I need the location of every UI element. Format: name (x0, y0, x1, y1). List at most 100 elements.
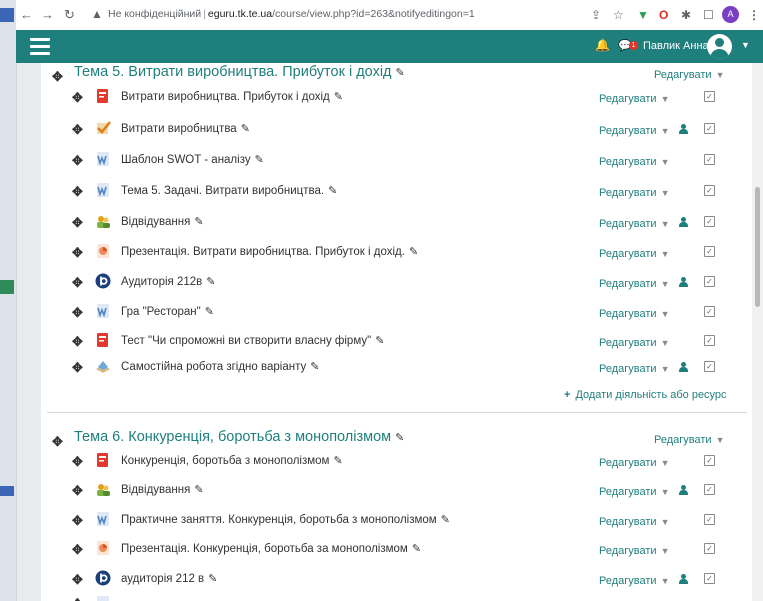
activity-name[interactable]: Презентація. Витрати виробництва. Прибут… (121, 245, 418, 259)
activity-edit-menu[interactable]: Редагувати ▼ (599, 248, 669, 260)
move-icon[interactable]: ✥ (72, 276, 83, 290)
activity-edit-menu[interactable]: Редагувати ▼ (599, 545, 669, 557)
edit-pencil-icon[interactable]: ✎ (310, 361, 319, 373)
share-icon[interactable]: ⇪ (591, 7, 601, 23)
activity-name[interactable]: Аудиторія 212в ✎ (121, 275, 215, 289)
activity-edit-menu[interactable]: Редагувати ▼ (599, 187, 669, 199)
completion-checkbox-icon[interactable]: ✓ (704, 484, 715, 495)
activity-edit-menu[interactable]: Редагувати ▼ (599, 575, 669, 587)
move-icon[interactable]: ✥ (72, 123, 83, 137)
activity-name[interactable]: Тест "Чи спроможні ви створити власну фі… (121, 334, 384, 348)
completion-checkbox-icon[interactable]: ✓ (704, 91, 715, 102)
completion-checkbox-icon[interactable]: ✓ (704, 573, 715, 584)
edit-pencil-icon[interactable]: ✎ (328, 185, 337, 197)
edit-pencil-icon[interactable]: ✎ (334, 91, 343, 103)
completion-checkbox-icon[interactable]: ✓ (704, 216, 715, 227)
reload-button[interactable]: ↻ (64, 7, 75, 23)
move-icon[interactable]: ✥ (72, 573, 83, 587)
completion-checkbox-icon[interactable]: ✓ (704, 306, 715, 317)
user-avatar[interactable] (707, 34, 732, 59)
activity-name[interactable]: аудиторія 212 в ✎ (121, 572, 217, 586)
activity-edit-menu[interactable]: Редагувати ▼ (599, 218, 669, 230)
address-bar[interactable]: Не конфіденційний | eguru.tk.te.ua/course/… (108, 8, 475, 20)
activity-edit-menu[interactable]: Редагувати ▼ (599, 125, 669, 137)
activity-edit-menu[interactable]: Редагувати ▼ (599, 156, 669, 168)
completion-checkbox-icon[interactable]: ✓ (704, 335, 715, 346)
edit-pencil-icon[interactable]: ✎ (205, 306, 214, 318)
move-icon[interactable]: ✥ (72, 216, 83, 230)
bookmark-star-icon[interactable]: ☆ (613, 7, 624, 23)
completion-checkbox-icon[interactable]: ✓ (704, 154, 715, 165)
browser-menu-icon[interactable]: ⋮ (748, 7, 760, 23)
completion-checkbox-icon[interactable]: ✓ (704, 123, 715, 134)
move-icon[interactable]: ✥ (72, 361, 83, 375)
scrollbar-thumb[interactable] (755, 187, 760, 307)
completion-checkbox-icon[interactable]: ✓ (704, 361, 715, 372)
completion-checkbox-icon[interactable]: ✓ (704, 185, 715, 196)
edit-pencil-icon[interactable]: ✎ (396, 67, 405, 79)
activity-name[interactable]: Самостійна робота згідно варіанту ✎ (121, 360, 319, 374)
activity-name[interactable]: Витрати виробництва. Прибуток і дохід ✎ (121, 90, 343, 104)
activity-name[interactable]: Практичне заняття. Конкуренція, боротьба… (121, 513, 450, 527)
completion-checkbox-icon[interactable]: ✓ (704, 246, 715, 257)
completion-checkbox-icon[interactable]: ✓ (704, 514, 715, 525)
activity-edit-menu[interactable]: Редагувати ▼ (599, 486, 669, 498)
activity-name[interactable]: Відвідування ✎ (121, 215, 204, 229)
page-scrollbar[interactable] (752, 63, 763, 601)
edit-pencil-icon[interactable]: ✎ (412, 543, 421, 555)
user-name[interactable]: Павлик Анна (643, 40, 709, 52)
move-icon[interactable]: ✥ (72, 543, 83, 557)
activity-edit-menu[interactable]: Редагувати ▼ (599, 337, 669, 349)
user-menu-caret-icon[interactable]: ▼ (741, 40, 750, 50)
activity-name[interactable]: Шаблон SWOT - аналізу ✎ (121, 153, 264, 167)
move-icon[interactable]: ✥ (72, 484, 83, 498)
edit-pencil-icon[interactable]: ✎ (206, 276, 215, 288)
move-icon[interactable]: ✥ (72, 91, 83, 105)
add-activity-link[interactable]: + Додати діяльність або ресурс (564, 389, 727, 401)
back-button[interactable]: ← (20, 7, 33, 23)
completion-checkbox-icon[interactable]: ✓ (704, 276, 715, 287)
edit-pencil-icon[interactable]: ✎ (375, 335, 384, 347)
activity-edit-menu[interactable]: Редагувати ▼ (599, 457, 669, 469)
activity-name[interactable]: Відвідування ✎ (121, 483, 204, 497)
edit-pencil-icon[interactable]: ✎ (194, 484, 203, 496)
profile-avatar[interactable]: A (722, 6, 739, 23)
edit-pencil-icon[interactable]: ✎ (255, 154, 264, 166)
activity-name[interactable]: Витрати виробництва ✎ (121, 122, 250, 136)
side-panel-icon[interactable]: ☐ (703, 7, 714, 23)
move-icon[interactable]: ✥ (72, 185, 83, 199)
section-title[interactable]: Тема 6. Конкуренція, боротьба з монополі… (74, 428, 404, 447)
move-section-icon[interactable]: ✥ (52, 70, 63, 84)
activity-edit-menu[interactable]: Редагувати ▼ (599, 93, 669, 105)
section-edit-menu[interactable]: Редагувати ▼ (654, 434, 724, 446)
edit-pencil-icon[interactable]: ✎ (208, 573, 217, 585)
activity-name[interactable]: Конкуренція, боротьба з монополізмом ✎ (121, 454, 343, 468)
completion-checkbox-icon[interactable]: ✓ (704, 543, 715, 554)
move-icon[interactable]: ✥ (72, 335, 83, 349)
vpn-shield-icon[interactable]: ▼ (637, 7, 649, 23)
move-icon[interactable]: ✥ (72, 246, 83, 260)
extensions-puzzle-icon[interactable]: ✱ (681, 7, 691, 23)
move-icon[interactable]: ✥ (72, 514, 83, 528)
activity-edit-menu[interactable]: Редагувати ▼ (599, 516, 669, 528)
move-icon[interactable]: ✥ (72, 306, 83, 320)
edit-pencil-icon[interactable]: ✎ (241, 123, 250, 135)
move-icon[interactable]: ✥ (72, 154, 83, 168)
activity-edit-menu[interactable]: Редагувати ▼ (599, 308, 669, 320)
edit-pencil-icon[interactable]: ✎ (194, 216, 203, 228)
activity-name[interactable]: Гра "Ресторан" ✎ (121, 305, 214, 319)
move-icon[interactable]: ✥ (72, 455, 83, 469)
edit-pencil-icon[interactable]: ✎ (395, 432, 404, 444)
edit-pencil-icon[interactable]: ✎ (441, 514, 450, 526)
activity-name[interactable]: Тема 5. Задачі. Витрати виробництва. ✎ (121, 184, 337, 198)
section-title[interactable]: Тема 5. Витрати виробництва. Прибуток і … (74, 63, 405, 82)
edit-pencil-icon[interactable]: ✎ (409, 246, 418, 258)
move-icon[interactable]: ✥ (72, 597, 83, 601)
activity-name[interactable]: Презентація. Конкуренція, боротьба за мо… (121, 542, 421, 556)
edit-pencil-icon[interactable]: ✎ (333, 455, 342, 467)
forward-button[interactable]: → (41, 7, 54, 23)
section-edit-menu[interactable]: Редагувати ▼ (654, 69, 724, 81)
hamburger-menu-icon[interactable] (30, 38, 50, 59)
activity-edit-menu[interactable]: Редагувати ▼ (599, 278, 669, 290)
completion-checkbox-icon[interactable]: ✓ (704, 455, 715, 466)
